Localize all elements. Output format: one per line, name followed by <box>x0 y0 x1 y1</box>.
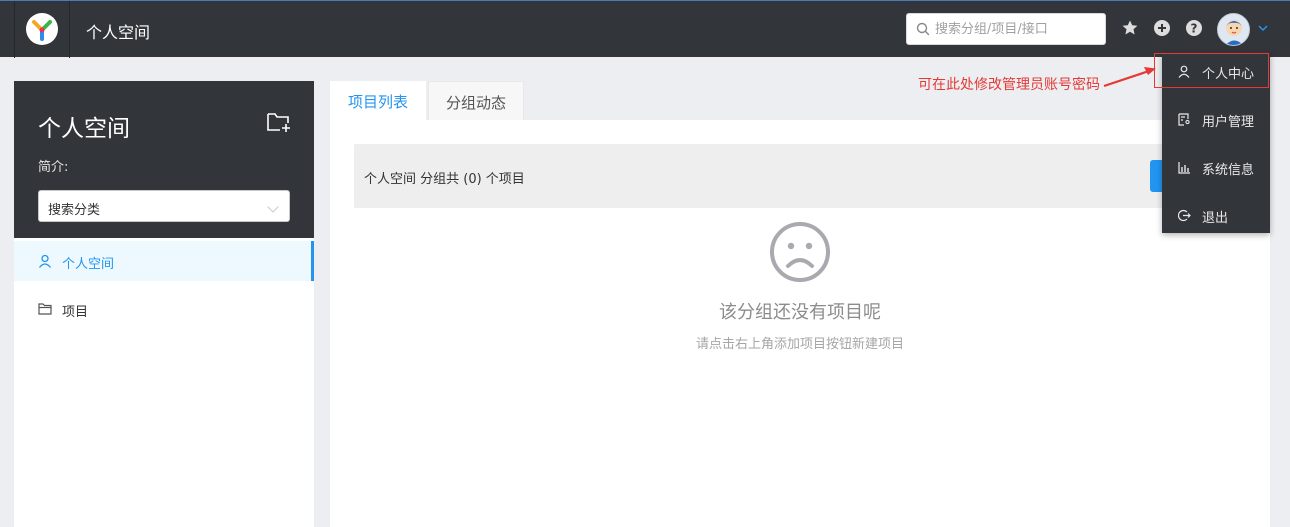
menu-item-logout[interactable]: 退出 <box>1162 196 1270 236</box>
group-title: 个人空间 <box>38 116 130 142</box>
category-search-select[interactable]: 搜索分类 <box>38 190 290 222</box>
annotation-text: 可在此处修改管理员账号密码 <box>918 77 1100 93</box>
sidebar-item-label: 项目 <box>62 305 89 320</box>
yapi-logo-icon <box>26 13 58 45</box>
star-icon[interactable] <box>1121 19 1139 37</box>
category-search-value: 搜索分类 <box>48 203 101 218</box>
group-sidebar: 个人空间 简介: 搜索分类 个人空间 项目 <box>14 81 314 527</box>
empty-state-subtitle: 请点击右上角添加项目按钮新建项目 <box>695 337 904 352</box>
menu-item-user-management[interactable]: 用户管理 <box>1162 100 1270 140</box>
top-header: 个人空间 ? <box>0 0 1290 58</box>
tab-project-list[interactable]: 项目列表 <box>330 81 426 120</box>
header-title: 个人空间 <box>86 23 151 42</box>
sad-face-icon <box>770 222 830 282</box>
project-list-panel: 个人空间 分组共 (0) 个项目 该分组还没有项目呢 请点击右上角添加项目按钮新… <box>330 120 1270 527</box>
global-search[interactable] <box>906 13 1106 45</box>
project-summary-bar: 个人空间 分组共 (0) 个项目 <box>354 144 1246 208</box>
user-icon <box>38 254 52 268</box>
annotation-highlight-box <box>1154 53 1269 88</box>
sidebar-item-label: 个人空间 <box>62 257 115 272</box>
search-input[interactable] <box>935 20 1100 38</box>
search-icon <box>916 22 930 36</box>
user-manage-icon <box>1178 113 1190 126</box>
user-avatar[interactable] <box>1217 13 1250 46</box>
annotation-arrow-icon <box>1103 67 1156 88</box>
svg-text:?: ? <box>1191 22 1198 36</box>
logout-icon <box>1178 209 1191 222</box>
project-count-text: 个人空间 分组共 (0) 个项目 <box>364 172 525 187</box>
chevron-down-icon[interactable] <box>1258 24 1268 32</box>
group-info-panel: 个人空间 简介: 搜索分类 <box>14 81 314 238</box>
sidebar-item-personal-space[interactable]: 个人空间 <box>14 241 314 281</box>
menu-item-label: 退出 <box>1202 211 1229 226</box>
empty-state-title: 该分组还没有项目呢 <box>719 302 881 323</box>
bar-chart-icon <box>1178 162 1190 174</box>
menu-item-system-info[interactable]: 系统信息 <box>1162 148 1270 188</box>
menu-item-label: 系统信息 <box>1202 163 1255 178</box>
chevron-down-icon <box>267 201 279 213</box>
add-circle-icon[interactable] <box>1153 19 1171 37</box>
sidebar-item-project[interactable]: 项目 <box>14 289 314 329</box>
tab-group-activity[interactable]: 分组动态 <box>428 81 524 120</box>
add-folder-icon[interactable] <box>266 111 292 133</box>
folder-icon <box>38 303 52 315</box>
menu-item-label: 用户管理 <box>1202 115 1255 130</box>
group-intro-label: 简介: <box>38 160 69 175</box>
logo-link[interactable] <box>14 1 70 58</box>
help-icon[interactable]: ? <box>1185 19 1203 37</box>
